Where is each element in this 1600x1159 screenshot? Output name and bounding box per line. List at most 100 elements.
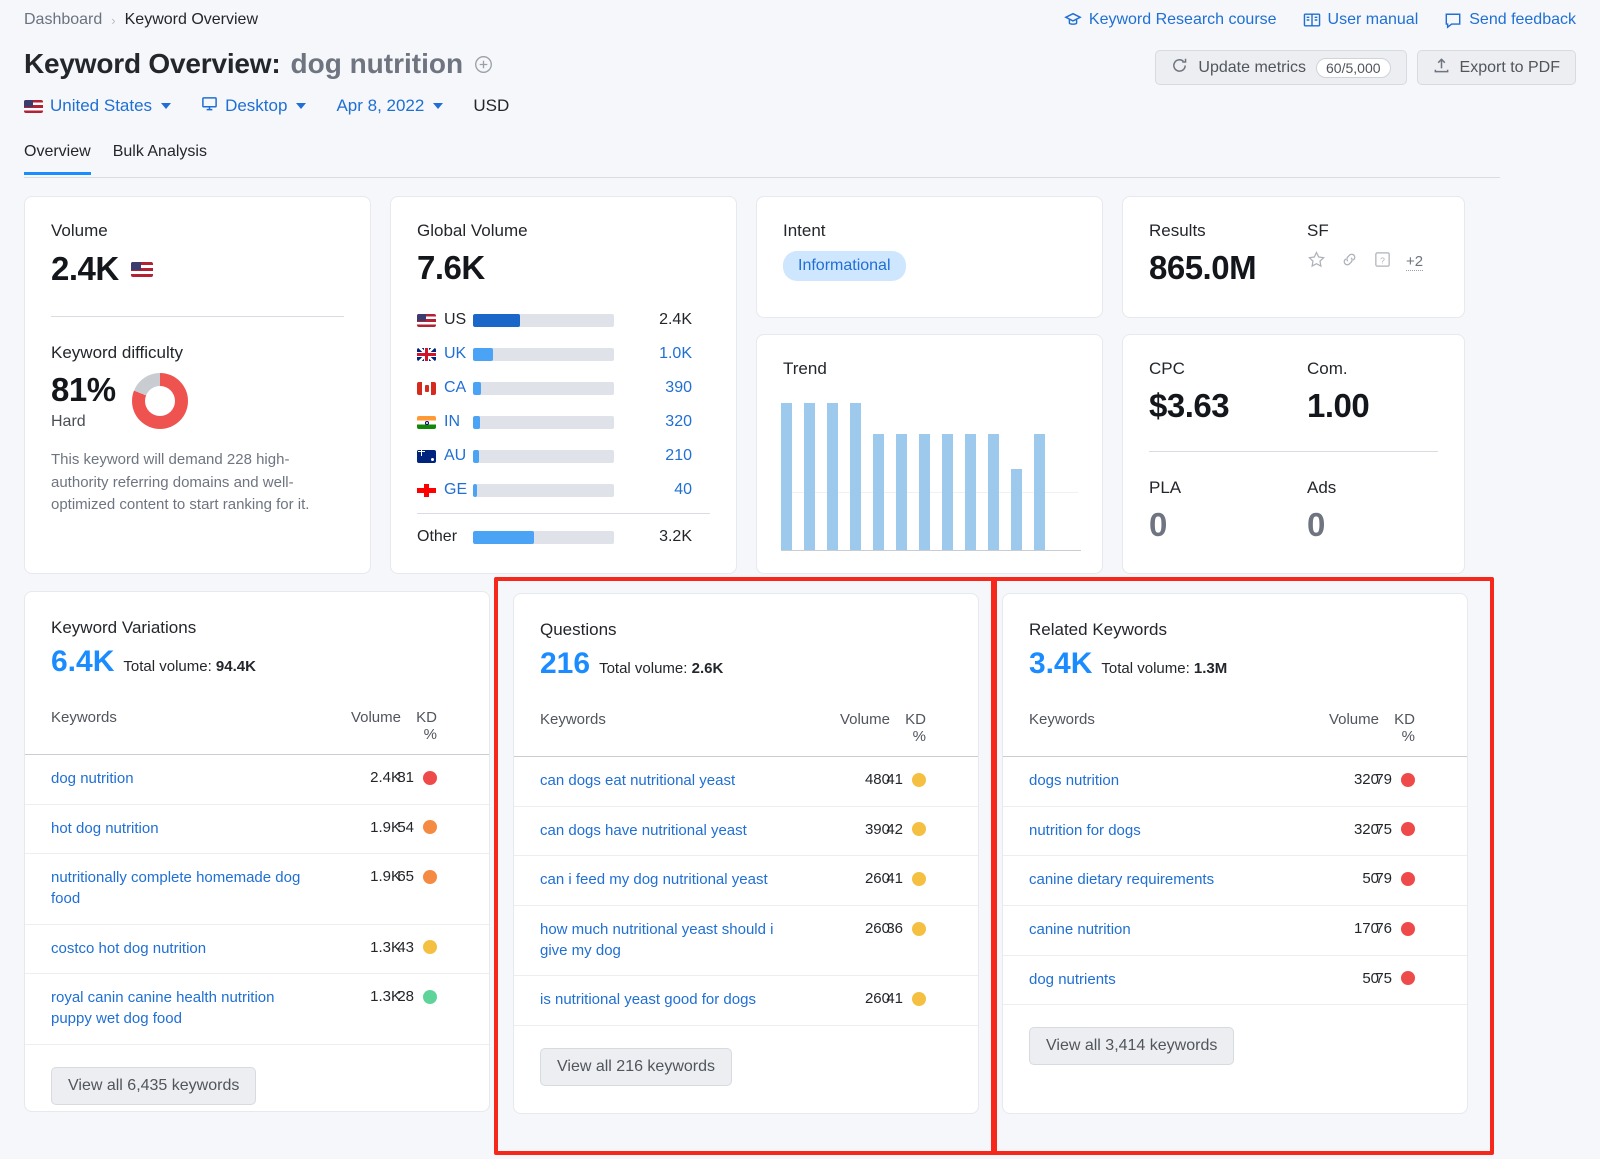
update-metrics-quota: 60/5,000 [1316,58,1391,78]
page-title-keyword: dog nutrition [290,48,463,80]
breadcrumb-current: Keyword Overview [125,11,258,29]
chat-bubble-icon [1444,12,1462,29]
tabs: Overview Bulk Analysis [24,143,207,175]
table-row[interactable]: costco hot dog nutrition1.3K43 [25,925,489,975]
currency-value: USD [473,96,509,116]
view-all-keywords-button[interactable]: View all 6,435 keywords [51,1067,256,1105]
chevron-down-icon [161,103,171,109]
update-metrics-button[interactable]: Update metrics 60/5,000 [1155,50,1406,85]
user-manual-link[interactable]: User manual [1303,11,1419,29]
pla-value: 0 [1149,506,1307,544]
table-row[interactable]: hot dog nutrition1.9K54 [25,805,489,855]
other-volume: 3.2K [614,528,692,546]
table-row[interactable]: nutritionally complete homemade dog food… [25,854,489,924]
keyword-difficulty-note: This keyword will demand 228 high-author… [51,449,331,517]
device-filter[interactable]: Desktop [201,95,306,117]
export-to-pdf-label: Export to PDF [1460,59,1560,77]
row-volume: 1.9K [325,819,401,836]
graduation-cap-icon [1064,11,1082,29]
global-volume-row[interactable]: CA 390 [417,371,710,405]
trend-bar [1034,434,1045,550]
tab-overview[interactable]: Overview [24,143,91,175]
panel-total-value: 94.4K [216,658,256,675]
send-feedback-link[interactable]: Send feedback [1444,11,1576,29]
global-volume-card: Global Volume 7.6K US 2.4K [390,196,737,574]
pla-label: PLA [1149,478,1307,498]
global-volume-row[interactable]: UK 1.0K [417,337,710,371]
header-links: Keyword Research course User manual Send… [1064,11,1576,29]
ca-flag-icon [417,382,436,395]
table-row[interactable]: dog nutrition2.4K81 [25,755,489,805]
panel-title: Keyword Variations [51,618,463,638]
keyword-link[interactable]: royal canin canine health nutrition pupp… [51,988,325,1029]
country-volume: 390 [614,379,692,397]
kd-status-dot [423,820,437,834]
breadcrumb-dashboard[interactable]: Dashboard [24,11,102,29]
row-kd-value: 43 [397,939,414,956]
keyword-link[interactable]: nutritionally complete homemade dog food [51,868,325,909]
country-volume: 2.4K [614,311,692,329]
keyword-difficulty-level: Hard [51,413,116,431]
results-label: Results [1149,221,1307,241]
refresh-icon [1171,57,1188,79]
global-volume-row[interactable]: AU 210 [417,439,710,473]
volume-bar [473,382,614,395]
row-kd-value: 28 [397,988,414,1005]
sf-label: SF [1307,221,1423,241]
global-volume-row-other: Other 3.2K [417,520,710,554]
country-code: UK [444,345,466,363]
update-metrics-label: Update metrics [1198,59,1306,77]
row-kd: 81 [401,769,463,786]
trend-bar [873,434,884,550]
upload-icon [1433,57,1450,79]
keyword-link[interactable]: dog nutrition [51,769,325,790]
country-filter[interactable]: United States [24,96,171,116]
trend-bar [988,434,999,550]
global-volume-row[interactable]: GE 40 [417,473,710,507]
volume-value: 2.4K [51,250,119,288]
global-volume-rows: US 2.4K UK 1.0K [417,303,710,554]
cpc-value: $3.63 [1149,387,1307,425]
row-kd: 54 [401,819,463,836]
us-flag-icon [417,314,436,327]
link-icon[interactable] [1340,250,1359,274]
keyword-research-course-label: Keyword Research course [1089,11,1277,29]
star-icon[interactable] [1307,250,1326,274]
plus-circle-icon[interactable] [474,55,493,74]
global-volume-row[interactable]: US 2.4K [417,303,710,337]
panel-header: Keyword Variations6.4KTotal volume: 94.4… [25,592,489,679]
question-box-icon[interactable]: ? [1373,250,1392,274]
keyword-link[interactable]: costco hot dog nutrition [51,939,325,960]
chevron-down-icon [296,103,306,109]
country-code: US [444,311,466,329]
us-flag-icon [131,262,153,277]
country-code: AU [444,447,466,465]
column-header-kd[interactable]: KD % [401,709,463,743]
row-kd: 43 [401,939,463,956]
trend-bar [919,434,930,550]
tab-bulk-analysis[interactable]: Bulk Analysis [113,143,207,175]
export-to-pdf-button[interactable]: Export to PDF [1417,50,1576,85]
column-header-volume[interactable]: Volume [325,709,401,743]
book-icon [1303,12,1321,28]
au-flag-icon [417,450,436,463]
volume-bar [473,314,614,327]
global-volume-label: Global Volume [417,221,710,241]
keyword-link[interactable]: hot dog nutrition [51,819,325,840]
intent-label: Intent [783,221,1076,241]
kd-status-dot [423,870,437,884]
competition-label: Com. [1307,359,1369,379]
sf-more-label[interactable]: +2 [1406,253,1423,271]
keyword-research-course-link[interactable]: Keyword Research course [1064,11,1277,29]
send-feedback-label: Send feedback [1469,11,1576,29]
row-volume: 1.3K [325,939,401,956]
keyword-difficulty-label: Keyword difficulty [51,343,344,363]
global-volume-row[interactable]: IN 320 [417,405,710,439]
date-filter[interactable]: Apr 8, 2022 [336,96,443,116]
column-header-keywords[interactable]: Keywords [51,709,325,743]
table-row[interactable]: royal canin canine health nutrition pupp… [25,974,489,1044]
trend-label: Trend [783,359,1076,379]
competition-value: 1.00 [1307,387,1369,425]
country-code: CA [444,379,466,397]
row-kd-value: 81 [397,769,414,786]
